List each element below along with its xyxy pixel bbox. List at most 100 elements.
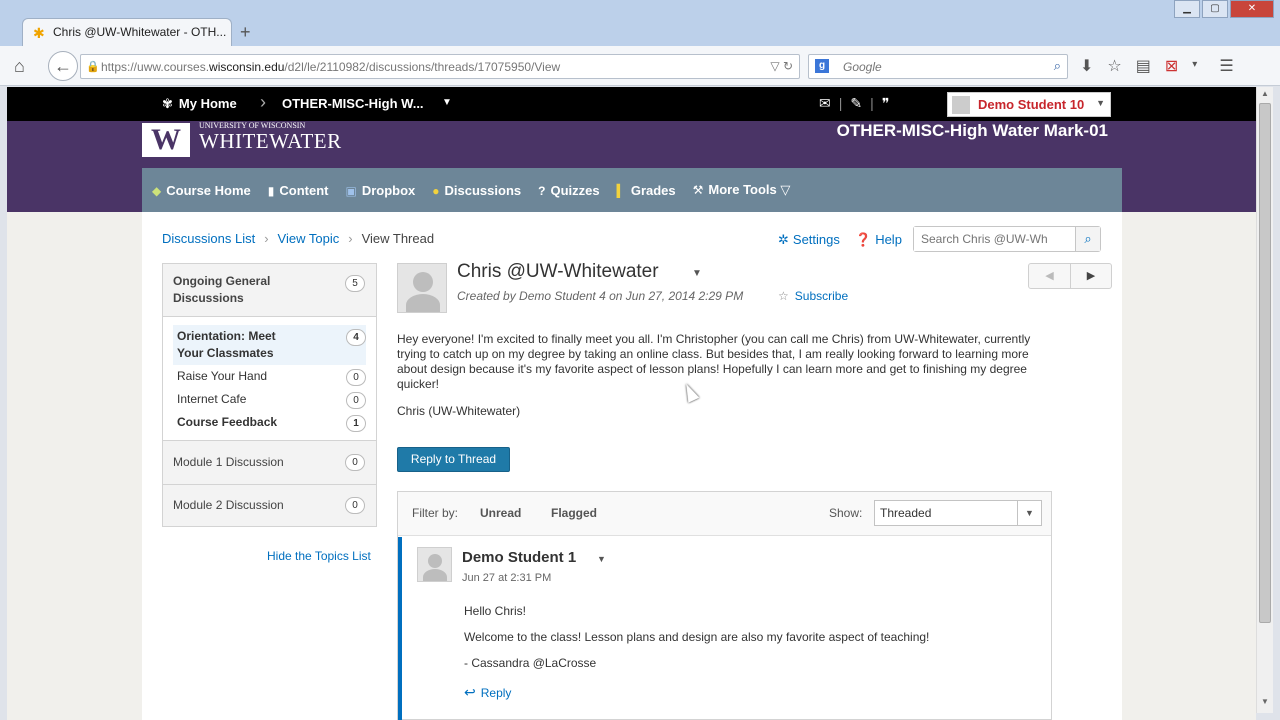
post-text: Welcome to the class! Lesson plans and d… [464, 630, 930, 644]
group-title: Module 2 Discussion [173, 498, 284, 512]
posts-panel: Filter by: Unread Flagged Show: Threaded… [397, 491, 1052, 720]
scroll-thumb[interactable] [1259, 103, 1271, 623]
topic-item-raise-your-hand[interactable]: Raise Your Hand 0 [173, 365, 366, 388]
message-icon[interactable]: ✉ [819, 95, 831, 112]
search-placeholder: Google [843, 60, 882, 74]
close-window-button[interactable]: ✕ [1230, 0, 1274, 18]
topic-label: Internet Cafe [177, 392, 247, 406]
browser-search-field[interactable]: g Google ⌕ [808, 54, 1068, 79]
minimize-button[interactable]: ▁ [1174, 0, 1200, 18]
show-select[interactable]: Threaded ▼ [874, 500, 1042, 526]
user-name: Demo Student 10 [978, 97, 1085, 112]
dropdown-icon[interactable]: ▾ [1192, 59, 1197, 76]
logo-name: WHITEWATER [199, 129, 342, 153]
filter-unread[interactable]: Unread [480, 506, 521, 520]
topic-item-orientation[interactable]: Orientation: Meet Your Classmates 4 [173, 325, 366, 365]
gear-icon: ✲ [778, 232, 789, 247]
home-icon: ◆ [152, 183, 162, 198]
update-icon[interactable]: ✎ [850, 95, 862, 112]
thread-search: ⌕ [913, 226, 1101, 252]
hide-topics-link[interactable]: Hide the Topics List [267, 549, 371, 563]
subscribe-link[interactable]: ☆ Subscribe [778, 289, 848, 303]
post-text: Hello Chris! [464, 604, 527, 618]
settings-link[interactable]: ✲ Settings [778, 232, 840, 248]
post-menu-chevron-icon[interactable]: ▼ [597, 554, 606, 564]
post-avatar [417, 547, 452, 582]
nav-label: Discussions [444, 182, 522, 198]
group-title: Ongoing General Discussions [173, 274, 271, 305]
chevron-right-icon: › [260, 92, 266, 112]
star-icon: ☆ [778, 289, 789, 303]
unread-count-badge: 4 [346, 329, 366, 346]
chevron-right-icon: › [348, 231, 353, 246]
topic-item-internet-cafe[interactable]: Internet Cafe 0 [173, 388, 366, 411]
show-label: Show: [829, 506, 863, 520]
thread-pager: ◀ ▶ [1028, 263, 1112, 289]
new-tab-button[interactable]: + [240, 22, 251, 43]
my-home-link[interactable]: ✾ My Home [162, 96, 237, 112]
home-icon[interactable]: ⌂ [14, 56, 25, 77]
search-icon[interactable]: ⌕ [1075, 227, 1100, 251]
reply-label: Reply [480, 686, 512, 700]
nav-more-tools[interactable]: ⚒ More Tools ▽ [693, 182, 791, 198]
alerts-area: ✉ | ✎ | ❞ [819, 95, 890, 112]
maximize-button[interactable]: ▢ [1202, 0, 1228, 18]
breadcrumb-view-topic[interactable]: View Topic [278, 231, 340, 246]
course-title: OTHER-MISC-High Water Mark-01 [836, 121, 1108, 140]
nav-content[interactable]: ▮ Content [268, 183, 329, 198]
next-thread-button[interactable]: ▶ [1069, 264, 1111, 288]
topic-items: Orientation: Meet Your Classmates 4 Raise… [163, 317, 376, 441]
address-bar[interactable]: 🔒 https://uww.courses.wisconsin.edu/d2l/… [80, 54, 800, 79]
download-icon[interactable]: ⬇ [1080, 56, 1093, 76]
scroll-up-icon[interactable]: ▲ [1257, 89, 1273, 103]
menu-icon[interactable]: ☰ [1219, 56, 1233, 76]
bookmark-star-icon[interactable]: ☆ [1107, 56, 1121, 76]
topic-group-ongoing[interactable]: Ongoing General Discussions 5 [163, 264, 376, 317]
thread-title: Chris @UW-Whitewater [457, 261, 659, 282]
breadcrumb-discussions-list[interactable]: Discussions List [162, 231, 255, 246]
avatar-head [413, 272, 433, 292]
nav-quizzes[interactable]: ? Quizzes [538, 183, 599, 198]
previous-thread-button[interactable]: ◀ [1029, 264, 1070, 288]
post-reply-link[interactable]: ↩ Reply [464, 684, 511, 701]
scroll-down-icon[interactable]: ▼ [1257, 697, 1273, 711]
user-menu[interactable]: Demo Student 10 ▼ [947, 92, 1111, 117]
topic-group-module-2[interactable]: Module 2 Discussion 0 [163, 485, 376, 526]
quiz-icon: ? [538, 183, 546, 198]
chevron-right-icon: › [264, 231, 269, 246]
filter-bar: Filter by: Unread Flagged Show: Threaded… [398, 492, 1051, 536]
help-link[interactable]: ❓ Help [855, 232, 902, 248]
search-icon[interactable]: ⌕ [1054, 58, 1061, 74]
subscription-icon[interactable]: ❞ [882, 95, 890, 112]
settings-label: Settings [792, 232, 840, 247]
page-scrollbar[interactable]: ▲ ▼ [1256, 87, 1273, 713]
chevron-down-icon[interactable]: ▼ [442, 97, 452, 108]
reply-to-thread-button[interactable]: Reply to Thread [397, 447, 510, 472]
nav-discussions[interactable]: ● Discussions [432, 183, 521, 198]
clipboard-icon[interactable]: ▤ [1136, 56, 1151, 76]
thread-search-input[interactable] [914, 227, 1074, 251]
back-button[interactable]: ← [48, 51, 78, 81]
thread-menu-chevron-icon[interactable]: ▼ [692, 268, 702, 279]
browser-tab[interactable]: ✱ Chris @UW-Whitewater - OTH... [22, 18, 232, 46]
thread-signature: Chris (UW-Whitewater) [397, 404, 521, 418]
nav-label: More Tools [708, 182, 777, 197]
nav-dropbox[interactable]: ▣ Dropbox [345, 183, 415, 198]
course-selector[interactable]: OTHER-MISC-High W... [282, 96, 424, 111]
url-path: /d2l/le/2110982/discussions/threads/1707… [284, 60, 561, 74]
reload-icon[interactable]: ▽ ↻ [770, 59, 793, 73]
nav-grades[interactable]: ▍ Grades [617, 183, 676, 198]
topic-item-course-feedback[interactable]: Course Feedback 1 [173, 411, 366, 434]
logo-mark-icon: W [142, 123, 190, 157]
course-navbar: ◆ Course Home ▮ Content ▣ Dropbox ● Discussi… [142, 168, 1122, 212]
topic-group-module-1[interactable]: Module 1 Discussion 0 [163, 441, 376, 485]
window-controls: ▁ ▢ ✕ [1172, 0, 1274, 18]
my-home-label: My Home [178, 96, 237, 111]
nav-course-home[interactable]: ◆ Course Home [152, 183, 251, 198]
grades-icon: ▍ [616, 183, 626, 198]
url-prefix: https://uww.courses. [101, 60, 210, 74]
addon-icon[interactable]: ⊠ [1165, 56, 1178, 76]
filter-flagged[interactable]: Flagged [551, 506, 597, 520]
breadcrumb-current: View Thread [361, 231, 435, 246]
browser-titlebar: ✱ Chris @UW-Whitewater - OTH... + ▁ ▢ ✕ [0, 0, 1280, 46]
